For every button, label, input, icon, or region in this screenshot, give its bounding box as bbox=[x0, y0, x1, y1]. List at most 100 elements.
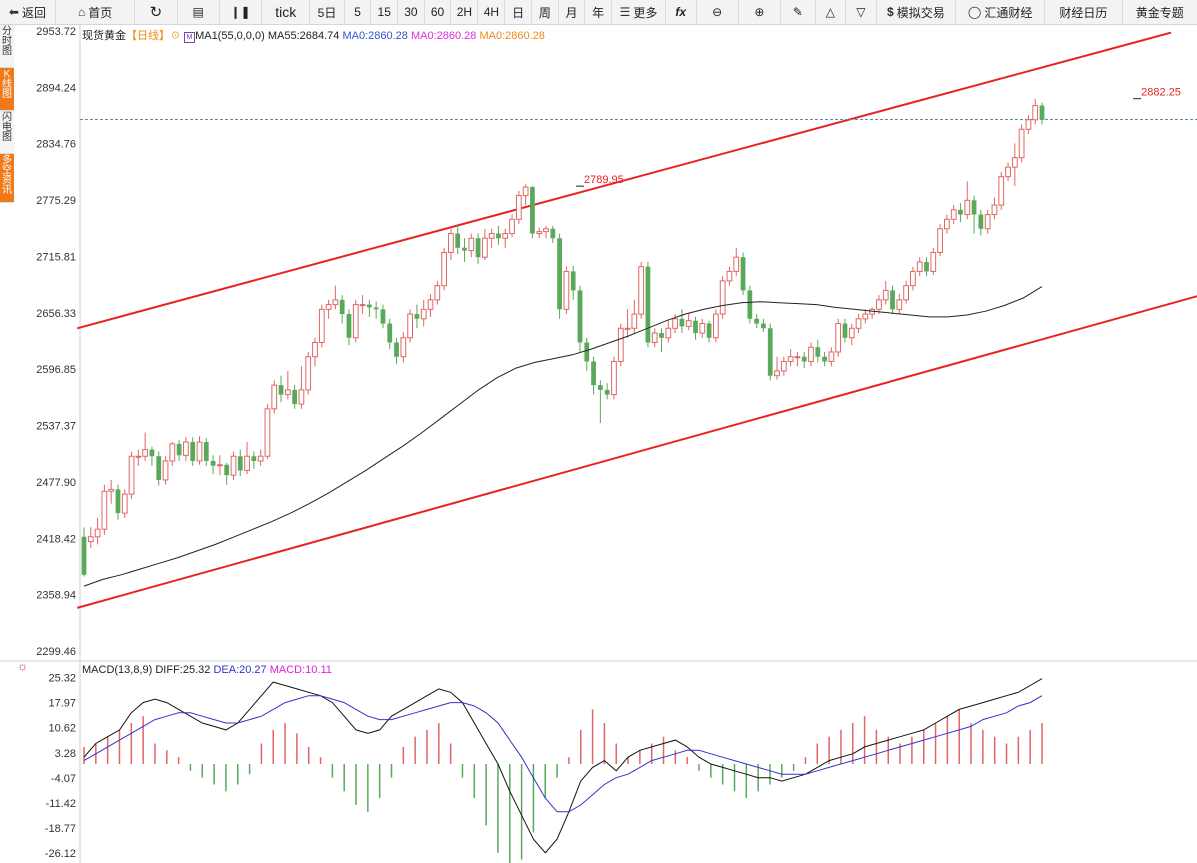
candle-body bbox=[332, 299, 339, 306]
period-month-button[interactable]: 月 bbox=[559, 0, 586, 24]
candle-body bbox=[685, 320, 692, 327]
candle-body bbox=[924, 261, 929, 272]
price-tick-label: 2775.29 bbox=[36, 195, 76, 207]
candle-body bbox=[522, 186, 529, 197]
candle-body bbox=[1005, 166, 1011, 178]
back-button[interactable]: ⬅ 返回 bbox=[0, 0, 56, 24]
candle-body bbox=[651, 332, 658, 344]
candle-body bbox=[380, 309, 386, 324]
period-60min-button[interactable]: 60 bbox=[425, 0, 452, 24]
candle-body bbox=[557, 238, 562, 310]
macd-tick-label: 10.62 bbox=[48, 723, 76, 735]
candle-body bbox=[359, 304, 366, 307]
candle-body bbox=[801, 356, 807, 362]
price-tick-label: 2953.72 bbox=[36, 26, 76, 38]
formula-icon: fx bbox=[675, 5, 687, 19]
price-tick-label: 2299.46 bbox=[36, 646, 76, 658]
triangle-down-button[interactable]: ▽ bbox=[846, 0, 877, 24]
indicator-button[interactable]: ▤ bbox=[178, 0, 220, 24]
sim-trade-button[interactable]: $ 模拟交易 bbox=[877, 0, 957, 24]
zoom-in-icon: ⊕ bbox=[754, 5, 765, 19]
zoom-out-button[interactable]: ⊖ bbox=[697, 0, 739, 24]
candle-body bbox=[244, 455, 250, 471]
candle-body bbox=[950, 209, 957, 220]
candle-body bbox=[617, 327, 624, 362]
candle-body bbox=[502, 233, 509, 239]
period-4h-button[interactable]: 4H bbox=[478, 0, 506, 24]
candle-body bbox=[128, 455, 135, 495]
candle-body bbox=[706, 323, 712, 338]
candle-body bbox=[910, 270, 916, 287]
candle-body bbox=[352, 304, 359, 339]
candle-body bbox=[570, 271, 576, 291]
candle-body bbox=[339, 299, 345, 315]
gold-topic-button[interactable]: 黄金专题 bbox=[1123, 0, 1197, 24]
candle-body bbox=[543, 228, 549, 233]
macd-tick-label: -18.77 bbox=[45, 823, 76, 835]
candle-body bbox=[550, 228, 556, 239]
period-30min-button[interactable]: 30 bbox=[398, 0, 425, 24]
lower-channel-line bbox=[76, 295, 1197, 609]
period-5day-button[interactable]: 5日 bbox=[310, 0, 345, 24]
candle-body bbox=[101, 490, 108, 530]
candle-body bbox=[699, 323, 706, 334]
draw-button[interactable]: ✎ bbox=[781, 0, 816, 24]
candle-type-button[interactable]: ❙❚ bbox=[220, 0, 263, 24]
candle-body bbox=[1039, 105, 1045, 120]
candle-body bbox=[754, 318, 760, 324]
candle-body bbox=[455, 233, 461, 248]
price-tick-label: 2656.33 bbox=[36, 308, 76, 320]
period-week-button[interactable]: 周 bbox=[532, 0, 559, 24]
candle-body bbox=[726, 270, 733, 282]
candle-body bbox=[604, 389, 610, 395]
period-2h-button[interactable]: 2H bbox=[451, 0, 479, 24]
home-icon: ⌂ bbox=[77, 5, 86, 19]
macd-tick-label: -11.42 bbox=[46, 798, 76, 810]
zoom-in-button[interactable]: ⊕ bbox=[739, 0, 782, 24]
price-tick-label: 2894.24 bbox=[36, 82, 76, 94]
candle-body bbox=[210, 460, 216, 466]
candle-body bbox=[373, 307, 379, 310]
period-15min-button[interactable]: 15 bbox=[371, 0, 399, 24]
formula-button[interactable]: fx bbox=[666, 0, 697, 24]
period-day-button[interactable]: 日 bbox=[505, 0, 533, 24]
dollar-icon: $ bbox=[887, 5, 894, 19]
calendar-button[interactable]: 财经日历 bbox=[1045, 0, 1123, 24]
candle-body bbox=[1011, 157, 1018, 168]
candle-body bbox=[420, 308, 427, 320]
candle-body bbox=[115, 489, 121, 514]
candle-body bbox=[631, 313, 638, 329]
candle-body bbox=[251, 456, 257, 461]
candle-body bbox=[882, 289, 889, 301]
candle-body bbox=[312, 342, 318, 358]
period-5min-button[interactable]: 5 bbox=[345, 0, 372, 24]
candle-body bbox=[665, 327, 672, 339]
triangle-up-button[interactable]: △ bbox=[816, 0, 847, 24]
candle-body bbox=[828, 351, 835, 362]
candle-body bbox=[496, 233, 501, 239]
home-button[interactable]: ⌂ 首页 bbox=[56, 0, 136, 24]
candle-body bbox=[108, 488, 115, 492]
candle-body bbox=[645, 266, 651, 343]
period-year-button[interactable]: 年 bbox=[585, 0, 612, 24]
huitong-button[interactable]: ◯ 汇通财经 bbox=[956, 0, 1046, 24]
more-button[interactable]: ☰ 更多 bbox=[612, 0, 666, 24]
candle-body bbox=[203, 442, 209, 461]
macd-tick-label: 25.32 bbox=[48, 673, 76, 685]
candle-body bbox=[414, 314, 420, 319]
candle-body bbox=[94, 528, 101, 538]
tick-button[interactable]: tick bbox=[262, 0, 311, 24]
chart-area[interactable]: 2953.72 2894.24 2834.76 2775.29 2715.81 2656.… bbox=[0, 25, 1197, 863]
candle-body bbox=[1018, 128, 1025, 159]
candle-body bbox=[584, 342, 590, 362]
menu-icon: ☰ bbox=[619, 5, 631, 19]
candle-body bbox=[903, 285, 909, 301]
candle-body bbox=[712, 313, 719, 339]
candle-body bbox=[441, 251, 447, 287]
candle-body bbox=[815, 347, 821, 357]
refresh-button[interactable]: ↻ bbox=[135, 0, 178, 24]
candle-body bbox=[427, 299, 434, 310]
candle-body bbox=[121, 493, 128, 514]
candle-body bbox=[156, 456, 162, 480]
candle-body bbox=[624, 327, 631, 330]
